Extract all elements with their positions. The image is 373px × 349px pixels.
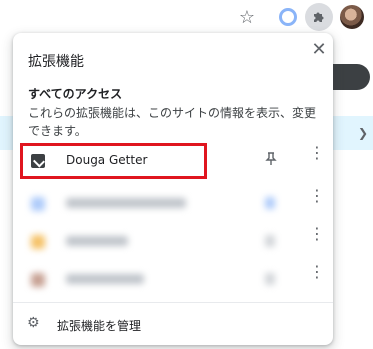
highlight-box [20, 143, 207, 179]
extension-row-blurred-2[interactable]: ⋮ [13, 224, 333, 260]
profile-avatar[interactable] [340, 5, 364, 29]
extension-icon [31, 235, 45, 249]
close-icon[interactable]: ✕ [309, 39, 329, 60]
pin-icon[interactable] [265, 273, 275, 285]
extension-name [66, 274, 144, 284]
more-options-icon[interactable]: ⋮ [309, 188, 325, 204]
extension-name [66, 198, 186, 208]
extension-icon [31, 273, 45, 287]
gear-icon: ⚙ [27, 315, 40, 331]
more-options-icon[interactable]: ⋮ [309, 226, 325, 242]
extension-icon[interactable] [275, 4, 301, 30]
pin-icon[interactable] [265, 152, 277, 170]
pin-icon[interactable] [265, 235, 275, 247]
manage-extensions-label: 拡張機能を管理 [57, 319, 142, 333]
browser-toolbar: ☆ [0, 0, 373, 34]
extensions-popup: ✕ 拡張機能 すべてのアクセス これらの拡張機能は、このサイトの情報を表示、変更… [13, 33, 333, 345]
bookmark-star-icon[interactable]: ☆ [234, 4, 260, 30]
extension-row-blurred-1[interactable]: ⋮ [13, 186, 333, 222]
section-heading: すべてのアクセス [28, 87, 123, 101]
more-options-icon[interactable]: ⋮ [309, 264, 325, 280]
chevron-right-icon: ❯ [358, 126, 369, 140]
extensions-puzzle-icon[interactable] [305, 3, 333, 31]
more-options-icon[interactable]: ⋮ [309, 145, 325, 161]
extension-name [66, 236, 128, 246]
pin-icon[interactable] [265, 197, 275, 209]
popup-title: 拡張機能 [28, 54, 84, 70]
manage-extensions-button[interactable]: ⚙ 拡張機能を管理 [13, 309, 333, 341]
divider [13, 302, 333, 303]
extension-row-blurred-3[interactable]: ⋮ [13, 262, 333, 298]
extension-icon [31, 197, 45, 211]
section-description: これらの拡張機能は、このサイトの情報を表示、変更できます。 [28, 106, 317, 138]
